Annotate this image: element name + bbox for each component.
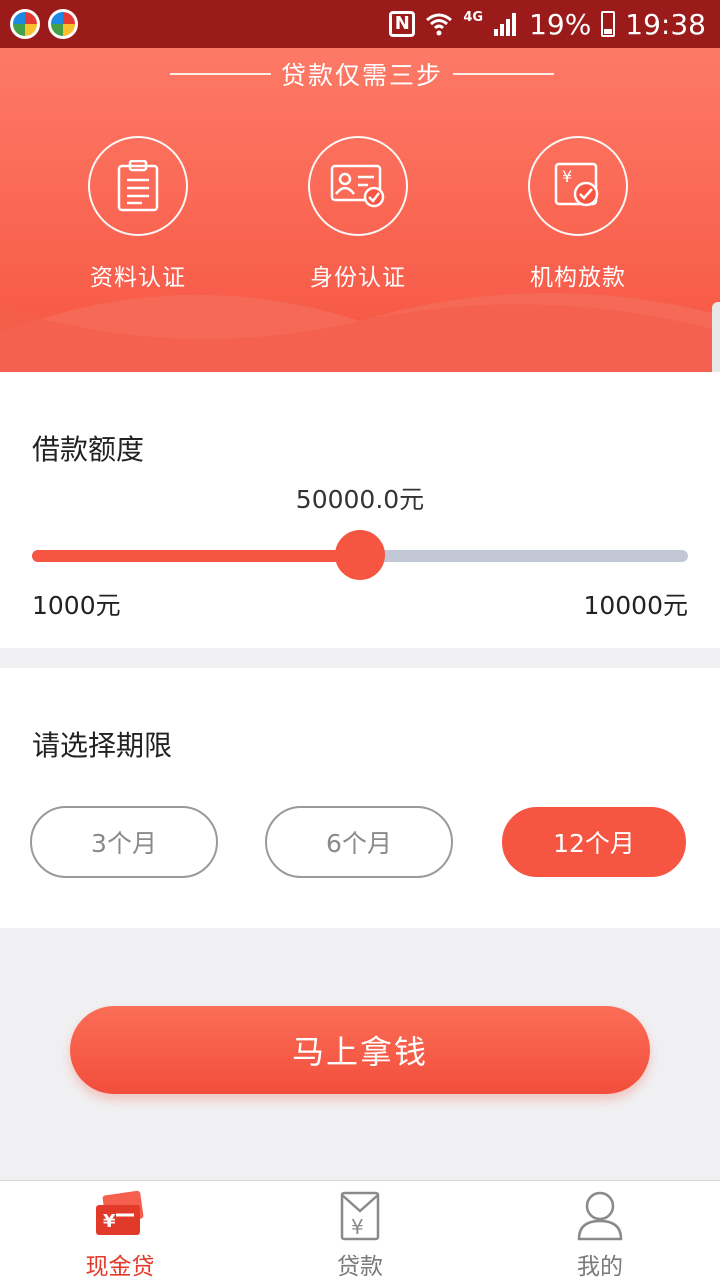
term-option-3-months[interactable]: 3个月 [30, 806, 218, 878]
step-label: 资料认证 [90, 265, 186, 291]
system-indicators: N 4G 19% 19:38 [389, 0, 706, 48]
amount-slider-fill [32, 550, 360, 562]
app-notification-icon [10, 9, 40, 39]
step-material-verification: 资料认证 [38, 136, 238, 292]
network-type-label: 4G [463, 10, 484, 25]
nfc-icon: N [389, 11, 416, 37]
banner-wave-decoration [0, 293, 720, 372]
loan-amount-card: 借款额度 50000.0元 1000元 10000元 [0, 372, 720, 648]
battery-percent: 19% [529, 7, 592, 41]
notification-icons [10, 9, 78, 39]
tab-label: 贷款 [337, 1254, 383, 1280]
step-institution-disbursement: ¥ 机构放款 [478, 136, 678, 292]
steps-banner: 贷款仅需三步 资料认证 身份认证 ¥ 机构放款 [0, 48, 720, 372]
signal-icon [494, 13, 517, 36]
cash-cards-icon: ¥ [96, 1190, 144, 1235]
battery-icon [601, 11, 616, 37]
loan-amount-value: 50000.0元 [295, 485, 425, 514]
title-divider-right [453, 73, 555, 75]
svg-text:¥: ¥ [351, 1215, 364, 1239]
amount-max-label: 10000元 [583, 591, 688, 620]
loan-amount-title: 借款额度 [32, 433, 145, 466]
tab-loans[interactable]: ¥ 贷款 [240, 1181, 480, 1280]
term-option-12-months[interactable]: 12个月 [502, 807, 686, 877]
loan-term-title: 请选择期限 [32, 729, 173, 762]
user-icon [577, 1191, 623, 1241]
svg-text:¥: ¥ [562, 167, 572, 186]
bottom-tab-bar: ¥ 现金贷 ¥ 贷款 我的 [0, 1180, 720, 1280]
amount-min-label: 1000元 [32, 591, 121, 620]
tab-mine[interactable]: 我的 [480, 1181, 720, 1280]
banner-title: 贷款仅需三步 [281, 61, 444, 90]
step-label: 身份认证 [310, 265, 406, 291]
banner-title-row: 贷款仅需三步 [170, 56, 555, 92]
svg-text:¥: ¥ [103, 1211, 116, 1232]
tab-cash-loan[interactable]: ¥ 现金贷 [0, 1181, 240, 1280]
term-option-6-months[interactable]: 6个月 [265, 806, 453, 878]
yen-envelope-icon: ¥ [340, 1191, 380, 1241]
clock: 19:38 [625, 7, 706, 41]
app-notification-icon-2 [48, 9, 78, 39]
tab-label: 现金贷 [85, 1254, 155, 1280]
yen-document-check-icon: ¥ [528, 136, 628, 236]
status-bar: N 4G 19% 19:38 [0, 0, 720, 48]
loan-term-card: 请选择期限 3个月 6个月 12个月 [0, 668, 720, 928]
amount-slider-thumb[interactable] [335, 530, 385, 580]
wifi-icon [426, 13, 453, 36]
id-card-check-icon [308, 136, 408, 236]
step-label: 机构放款 [530, 265, 626, 291]
step-identity-verification: 身份认证 [258, 136, 458, 292]
get-money-button[interactable]: 马上拿钱 [70, 1006, 650, 1094]
tab-label: 我的 [577, 1254, 623, 1280]
clipboard-icon [88, 136, 188, 236]
title-divider-left [170, 73, 271, 75]
